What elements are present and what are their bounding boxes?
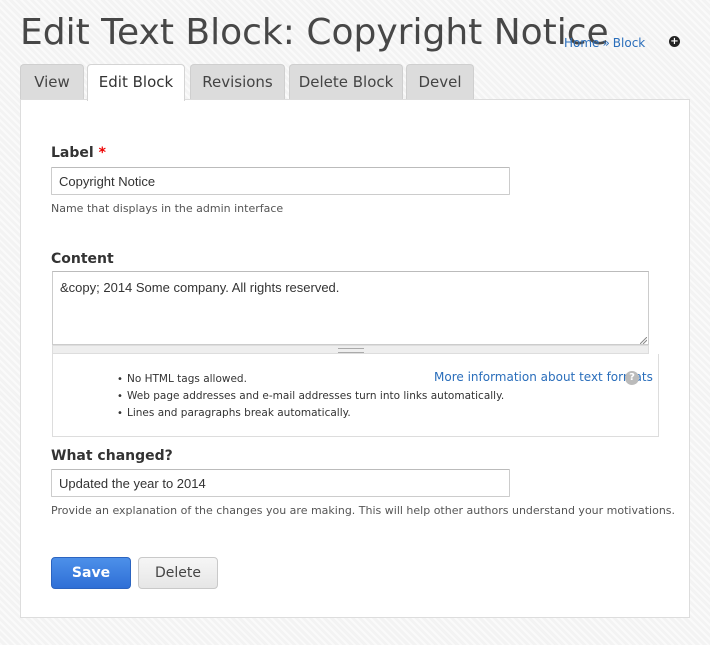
label-input[interactable] — [51, 167, 510, 195]
breadcrumb-home-link[interactable]: Home — [564, 36, 599, 50]
textarea-resize-grip[interactable] — [52, 345, 649, 354]
label-description: Name that displays in the admin interfac… — [51, 202, 284, 215]
text-format-wrapper: No HTML tags allowed. Web page addresses… — [52, 354, 659, 437]
tab-revisions[interactable]: Revisions — [190, 64, 285, 99]
revision-log-input[interactable] — [51, 469, 510, 497]
more-info-text-formats-link[interactable]: More information about text formats — [434, 370, 653, 384]
content-textarea[interactable]: &copy; 2014 Some company. All rights res… — [52, 271, 649, 345]
required-marker: * — [98, 145, 106, 161]
breadcrumb-block-link[interactable]: Block — [613, 36, 645, 50]
delete-button[interactable]: Delete — [138, 557, 218, 589]
breadcrumb-separator: » — [602, 36, 610, 50]
breadcrumb: Home» Block — [564, 36, 645, 50]
content-field-label: Content — [51, 251, 114, 267]
resize-corner-icon[interactable] — [640, 337, 647, 344]
save-button[interactable]: Save — [51, 557, 131, 589]
revision-log-description: Provide an explanation of the changes yo… — [51, 504, 676, 517]
page-title: Edit Text Block: Copyright Notice — [20, 12, 609, 53]
add-shortcut-icon[interactable]: + — [669, 36, 680, 47]
tab-edit-block[interactable]: Edit Block — [87, 64, 185, 101]
label-field-label: Label * — [51, 145, 106, 161]
list-item: Lines and paragraphs break automatically… — [117, 407, 504, 424]
question-icon[interactable]: ? — [625, 371, 639, 385]
what-changed-label: What changed? — [51, 448, 173, 464]
tab-view[interactable]: View — [20, 64, 84, 99]
tab-delete-block[interactable]: Delete Block — [289, 64, 403, 99]
list-item: Web page addresses and e-mail addresses … — [117, 390, 504, 407]
label-field-label-text: Label — [51, 145, 94, 161]
tab-devel[interactable]: Devel — [406, 64, 474, 99]
grip-lines-icon — [338, 348, 364, 353]
